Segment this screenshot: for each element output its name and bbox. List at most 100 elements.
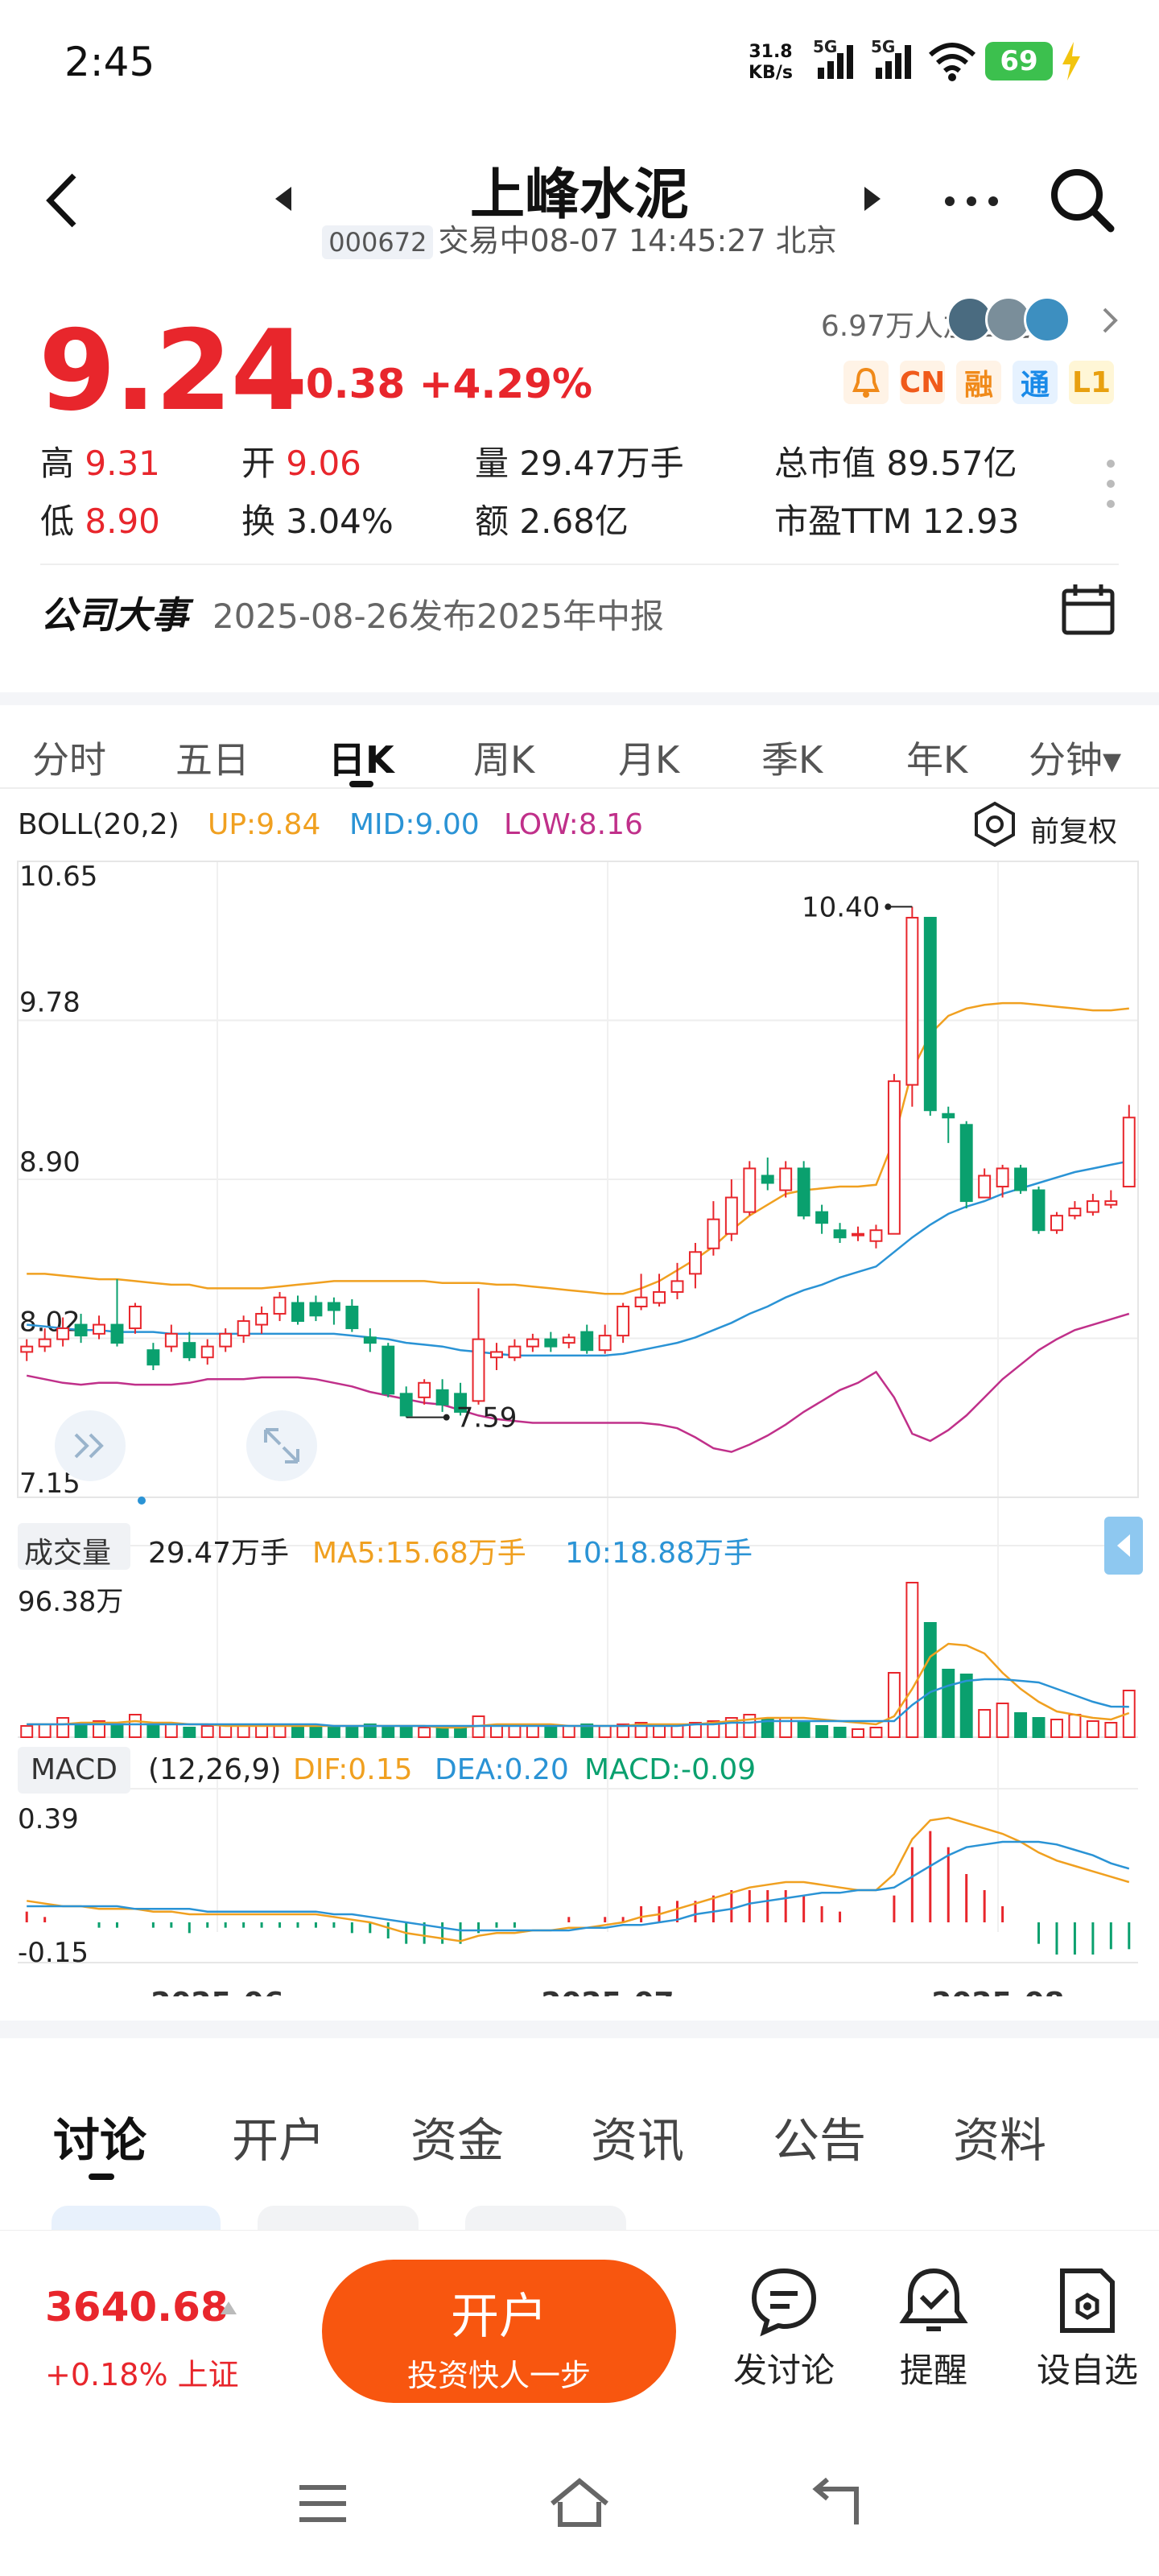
- stat-label: 低: [40, 502, 75, 541]
- candle-body: [38, 1338, 52, 1348]
- tab-monthly-k[interactable]: 月K: [618, 731, 679, 784]
- divider: [40, 564, 1119, 565]
- stat-volume: 量 29.47万手: [475, 436, 684, 485]
- tab-discussion[interactable]: 讨论: [53, 2103, 146, 2170]
- macd-dea-line: [27, 1840, 1130, 1932]
- stat-label: 总市值: [774, 444, 876, 483]
- k-line-chart[interactable]: 10.659.788.908.027.1510.407.592025-06202…: [0, 853, 1159, 1996]
- volume-bar: [905, 1582, 919, 1738]
- candle-body: [164, 1332, 178, 1348]
- volume-bar: [110, 1725, 124, 1738]
- volume-bar: [327, 1725, 340, 1738]
- volume-bar: [598, 1725, 612, 1738]
- adjust-settings-icon[interactable]: [971, 800, 1019, 848]
- date-axis-label: 2025-06: [151, 1987, 283, 1996]
- volume-bar: [38, 1724, 52, 1738]
- adjust-mode[interactable]: 前复权: [1030, 808, 1117, 850]
- signal-icon-2: 5G: [871, 37, 921, 82]
- candle-body: [761, 1174, 774, 1184]
- tab-news[interactable]: 资讯: [591, 2103, 684, 2170]
- tab-daily-k[interactable]: 日K: [328, 731, 394, 784]
- candle-body: [200, 1345, 214, 1359]
- calendar-icon[interactable]: [1061, 583, 1116, 636]
- fullscreen-icon[interactable]: [246, 1410, 317, 1481]
- tab-minute[interactable]: 分钟▾: [1029, 731, 1121, 784]
- volume-max-label: 96.38万: [18, 1586, 124, 1618]
- stat-low: 低 8.90: [40, 494, 160, 543]
- open-account-title: 开户: [451, 2289, 547, 2345]
- tab-profile[interactable]: 资料: [953, 2103, 1046, 2170]
- add-watchlist-button[interactable]: 设自选: [1027, 2252, 1148, 2405]
- open-account-button[interactable]: 开户 投资快人一步: [322, 2260, 676, 2403]
- candle-body: [815, 1211, 829, 1224]
- volume-bar: [273, 1725, 287, 1738]
- collapse-panel-button[interactable]: [1104, 1517, 1143, 1575]
- volume-value: 29.47万手: [148, 1537, 290, 1570]
- candle-body: [833, 1229, 847, 1239]
- candle-body: [128, 1306, 142, 1330]
- post-discussion-button[interactable]: 发讨论: [728, 2252, 840, 2405]
- candle-body: [923, 916, 937, 1112]
- macd-top-label: 0.39: [18, 1803, 79, 1835]
- tab-yearly-k[interactable]: 年K: [906, 731, 967, 784]
- more-icon[interactable]: [943, 195, 1000, 208]
- macd-params: (12,26,9): [148, 1753, 282, 1786]
- candle-body: [562, 1336, 575, 1344]
- tab-funds[interactable]: 资金: [410, 2103, 504, 2170]
- tag-connect[interactable]: 通: [1013, 361, 1058, 404]
- volume-bar: [345, 1725, 359, 1738]
- candle-body: [779, 1167, 793, 1191]
- wifi-icon: [929, 43, 975, 81]
- candle-body: [418, 1381, 431, 1398]
- stat-market-cap: 总市值 89.57亿: [774, 436, 1017, 485]
- signal-icon: 5G: [813, 37, 863, 82]
- up-arrow-icon: [221, 2301, 237, 2314]
- menu-icon[interactable]: [295, 2481, 351, 2526]
- stat-value: 9.06: [286, 444, 361, 483]
- tab-open-account[interactable]: 开户: [232, 2103, 325, 2170]
- home-icon[interactable]: [547, 2476, 612, 2529]
- chevron-right-icon[interactable]: [1101, 306, 1119, 335]
- tab-intraday[interactable]: 分时: [32, 731, 106, 784]
- net-speed-value: 31.8: [749, 42, 793, 62]
- candle-body: [688, 1251, 702, 1275]
- bottom-action-bar: 3640.68 +0.18% 上证 开户 投资快人一步 发讨论 提醒 设自选: [0, 2230, 1159, 2423]
- candle-body: [1086, 1200, 1099, 1213]
- tab-announcements[interactable]: 公告: [773, 2103, 866, 2170]
- low-marker-dot: [443, 1414, 450, 1421]
- price-axis-label: 9.78: [19, 986, 80, 1018]
- expand-chart-icon[interactable]: [55, 1410, 126, 1481]
- alert-button[interactable]: 提醒: [877, 2252, 990, 2405]
- back-nav-icon[interactable]: [808, 2476, 868, 2529]
- candle-body: [1122, 1117, 1136, 1188]
- candle-body: [146, 1349, 160, 1366]
- tag-l1[interactable]: L1: [1069, 361, 1114, 404]
- volume-bar: [743, 1714, 757, 1738]
- alert-label: 提醒: [899, 2351, 967, 2390]
- volume-bar: [562, 1725, 575, 1738]
- tag-margin[interactable]: 融: [956, 361, 1001, 404]
- trading-status-text: 交易中08-07 14:45:27 北京: [438, 223, 837, 258]
- volume-bar: [508, 1725, 522, 1738]
- macd-dif-line: [27, 1816, 1130, 1942]
- tag-cn[interactable]: CN: [900, 361, 945, 404]
- expand-stats-icon[interactable]: [1106, 459, 1116, 509]
- next-stock-icon[interactable]: [863, 185, 882, 213]
- volume-bar: [56, 1717, 70, 1738]
- bell-icon[interactable]: [843, 361, 889, 404]
- stat-value: 8.90: [85, 502, 160, 541]
- open-account-subtitle: 投资快人一步: [406, 2358, 591, 2393]
- candle-body: [634, 1296, 648, 1308]
- alarm-icon: [899, 2268, 968, 2331]
- stat-turnover: 换 3.04%: [241, 494, 394, 543]
- index-value[interactable]: 3640.68: [45, 2284, 229, 2330]
- tab-quarterly-k[interactable]: 季K: [761, 731, 823, 784]
- candle-body: [978, 1174, 992, 1199]
- tab-5day[interactable]: 五日: [175, 731, 250, 784]
- volume-bar: [74, 1725, 88, 1738]
- follower-avatars[interactable]: [947, 296, 1079, 345]
- index-change[interactable]: +0.18% 上证: [45, 2350, 239, 2394]
- tab-weekly-k[interactable]: 周K: [473, 731, 534, 784]
- volume-ma10: 10:18.88万手: [565, 1537, 753, 1570]
- event-text[interactable]: 2025-08-26发布2025年中报: [212, 589, 664, 638]
